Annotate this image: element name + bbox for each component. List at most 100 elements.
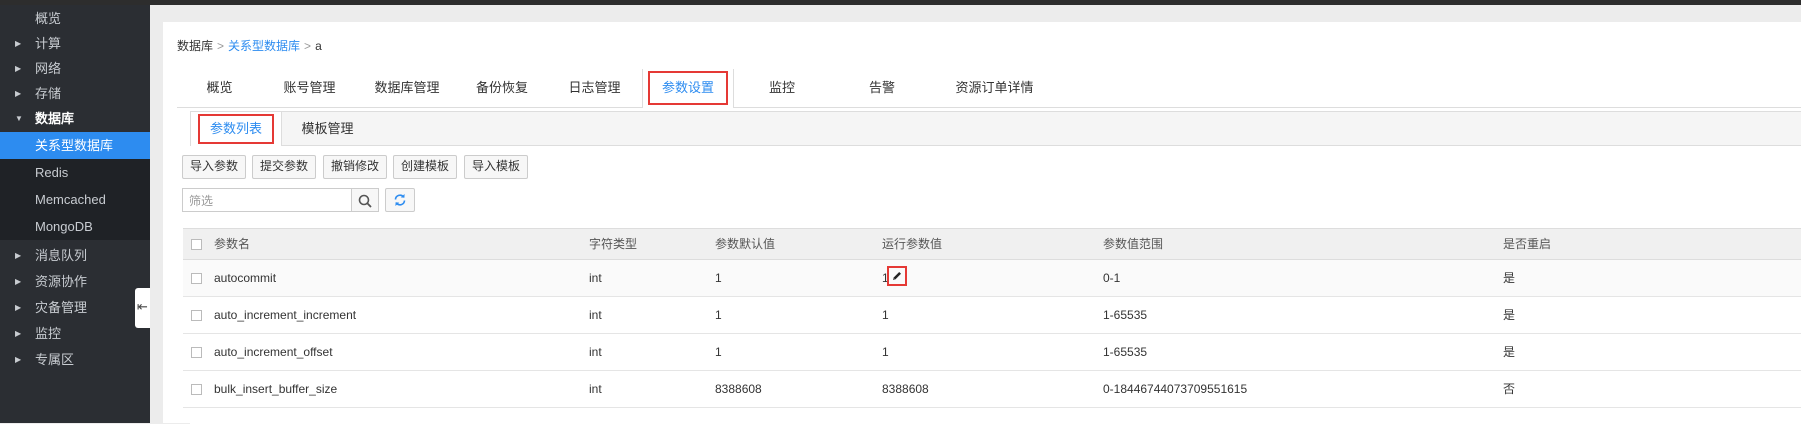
- breadcrumb-link[interactable]: 关系型数据库: [228, 39, 300, 53]
- sidebar-item-compute[interactable]: ▶ 计算: [0, 31, 150, 57]
- tab-label: 概览: [206, 80, 233, 95]
- row-checkbox[interactable]: [191, 347, 202, 358]
- tab-overview[interactable]: 概览: [177, 69, 262, 107]
- tab-parameters[interactable]: 参数设置: [642, 69, 734, 108]
- caret-right-icon: ▶: [15, 89, 22, 98]
- top-bar: [0, 0, 1801, 5]
- submit-params-button[interactable]: 提交参数: [252, 155, 316, 179]
- tab-label: 备份恢复: [475, 80, 528, 95]
- column-header[interactable]: 参数默认值: [715, 229, 775, 259]
- tab-alerts[interactable]: 告警: [832, 69, 932, 107]
- param-range: 0-1: [1103, 271, 1121, 285]
- tab-accounts[interactable]: 账号管理: [262, 69, 357, 107]
- caret-right-icon: ▶: [15, 39, 22, 48]
- edit-button[interactable]: [887, 266, 907, 286]
- row-checkbox[interactable]: [191, 384, 202, 395]
- sidebar-item-label: 概览: [35, 11, 62, 26]
- collapse-sidebar-icon: ⇤: [137, 299, 148, 314]
- param-running-value: 1: [882, 308, 889, 322]
- sidebar-subitem-label: 关系型数据库: [35, 138, 114, 153]
- sidebar-subitem-memcached[interactable]: Memcached: [0, 186, 150, 213]
- caret-right-icon: ▶: [15, 355, 22, 364]
- collapse-sidebar-button[interactable]: ⇤: [135, 288, 150, 328]
- table-row[interactable]: auto_increment_offset int 1 1 1-65535 是: [183, 334, 1801, 371]
- sidebar: 概览 ▶ 计算 ▶ 网络 ▶ 存储 ▼ 数据库 关系型数据库 Redis Mem…: [0, 5, 150, 423]
- column-header[interactable]: 是否重启: [1503, 229, 1551, 259]
- tab-logs[interactable]: 日志管理: [547, 69, 642, 107]
- tab-monitor[interactable]: 监控: [732, 69, 832, 107]
- sidebar-item-monitor[interactable]: ▶ 监控: [0, 321, 150, 347]
- sidebar-item-label: 监控: [35, 326, 62, 341]
- sidebar-subitem-rds[interactable]: 关系型数据库: [0, 132, 150, 159]
- table-header: 参数名 字符类型 参数默认值 运行参数值 参数值范围 是否重启: [183, 228, 1801, 260]
- caret-down-icon: ▼: [15, 114, 23, 123]
- tab-template-mgmt[interactable]: 模板管理: [280, 112, 375, 145]
- sidebar-item-storage[interactable]: ▶ 存储: [0, 81, 150, 107]
- param-running-value: 1: [882, 345, 889, 359]
- sidebar-item-dr[interactable]: ▶ 灾备管理: [0, 295, 150, 321]
- sidebar-subitem-mongodb[interactable]: MongoDB: [0, 213, 150, 240]
- param-default: 8388608: [715, 382, 762, 396]
- sidebar-item-network[interactable]: ▶ 网络: [0, 56, 150, 82]
- tab-label: 账号管理: [283, 80, 336, 95]
- column-header[interactable]: 字符类型: [589, 229, 637, 259]
- tab-param-list[interactable]: 参数列表: [190, 112, 282, 146]
- row-checkbox[interactable]: [191, 310, 202, 321]
- filter-input[interactable]: 筛选: [182, 188, 352, 212]
- sidebar-item-database[interactable]: ▼ 数据库: [0, 106, 150, 132]
- sidebar-item-label: 数据库: [35, 111, 75, 126]
- refresh-icon: [394, 194, 406, 206]
- sidebar-subitem-label: Redis: [35, 165, 69, 180]
- sidebar-item-label: 存储: [35, 86, 62, 101]
- column-header[interactable]: 运行参数值: [882, 229, 942, 259]
- import-params-button[interactable]: 导入参数: [182, 155, 246, 179]
- sidebar-item-overview[interactable]: 概览: [0, 6, 150, 32]
- caret-right-icon: ▶: [15, 277, 22, 286]
- search-button[interactable]: [352, 188, 379, 212]
- param-range: 1-65535: [1103, 308, 1148, 322]
- param-restart: 是: [1503, 271, 1516, 285]
- pencil-icon: [893, 272, 901, 280]
- sidebar-item-mq[interactable]: ▶ 消息队列: [0, 243, 150, 269]
- select-all-checkbox[interactable]: [191, 239, 202, 250]
- refresh-button[interactable]: [385, 188, 415, 212]
- table-row[interactable]: autocommit int 1 1 0-1 是: [183, 260, 1801, 297]
- caret-right-icon: ▶: [15, 303, 22, 312]
- param-default: 1: [715, 308, 722, 322]
- sidebar-item-collab[interactable]: ▶ 资源协作: [0, 269, 150, 295]
- create-template-button[interactable]: 创建模板: [393, 155, 457, 179]
- tab-label: 模板管理: [301, 121, 354, 136]
- import-template-button[interactable]: 导入模板: [464, 155, 528, 179]
- param-name: auto_increment_increment: [214, 308, 357, 322]
- sidebar-subitem-label: Memcached: [35, 192, 106, 207]
- tab-label: 日志管理: [568, 80, 621, 95]
- column-header[interactable]: 参数名: [214, 229, 250, 259]
- row-checkbox[interactable]: [191, 273, 202, 284]
- tab-orders[interactable]: 资源订单详情: [932, 69, 1057, 107]
- param-name: autocommit: [214, 271, 277, 285]
- sidebar-item-dedicated[interactable]: ▶ 专属区: [0, 347, 150, 373]
- param-type: int: [589, 382, 602, 396]
- column-header[interactable]: 参数值范围: [1103, 229, 1163, 259]
- caret-right-icon: ▶: [15, 64, 22, 73]
- caret-right-icon: ▶: [15, 251, 22, 260]
- sidebar-item-label: 计算: [35, 36, 62, 51]
- param-restart: 是: [1503, 345, 1516, 359]
- sidebar-item-label: 网络: [35, 61, 62, 76]
- param-range: 0-18446744073709551615: [1103, 382, 1248, 396]
- sidebar-subitem-redis[interactable]: Redis: [0, 159, 150, 186]
- tab-backup[interactable]: 备份恢复: [457, 69, 547, 107]
- caret-right-icon: ▶: [15, 329, 22, 338]
- breadcrumb-separator: >: [217, 39, 225, 53]
- filter-placeholder: 筛选: [189, 194, 214, 208]
- breadcrumb-separator: >: [304, 39, 312, 53]
- param-range: 1-65535: [1103, 345, 1148, 359]
- param-type: int: [589, 271, 602, 285]
- breadcrumb-root[interactable]: 数据库: [177, 39, 213, 53]
- param-type: int: [589, 308, 602, 322]
- tab-databases[interactable]: 数据库管理: [357, 69, 457, 107]
- tab-label: 参数设置: [647, 71, 728, 105]
- table-row[interactable]: bulk_insert_buffer_size int 8388608 8388…: [183, 371, 1801, 408]
- undo-changes-button[interactable]: 撤销修改: [323, 155, 387, 179]
- table-row[interactable]: auto_increment_increment int 1 1 1-65535…: [183, 297, 1801, 334]
